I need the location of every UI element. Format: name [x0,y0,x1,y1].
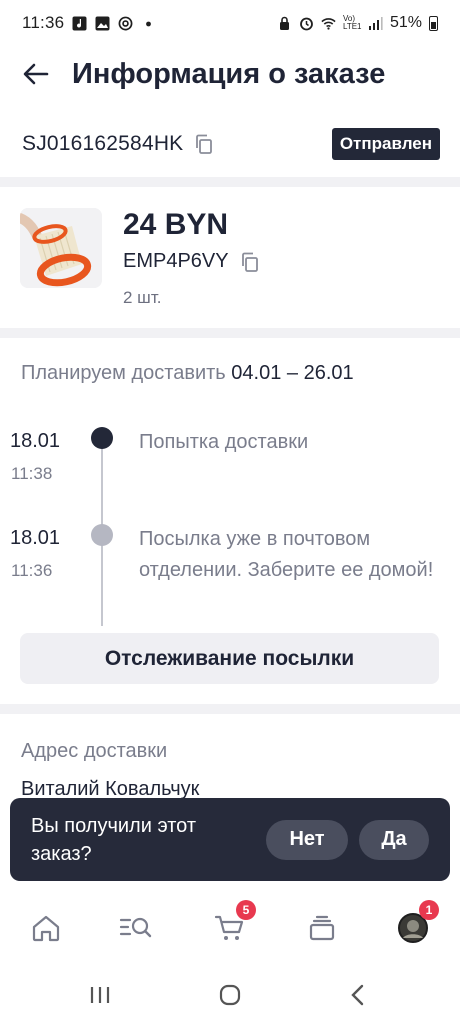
home-circle-icon [219,984,241,1006]
tracking-timeline: 18.01 11:38 Попытка доставки 18.01 11:36… [0,420,460,630]
product-image[interactable] [20,208,102,288]
prompt-question: Вы получили этот заказ? [31,814,196,865]
event-text: Посылка уже в почтовом отделении. Забери… [139,528,434,581]
product-card: 24 BYN EMP4P6VY 2 шт. [0,196,460,326]
no-button[interactable]: Нет [266,819,348,860]
nav-cart[interactable]: 5 [210,900,256,948]
recent-apps-button[interactable] [80,980,120,1010]
alarm-lock-icon [279,16,289,30]
yes-button[interactable]: Да [359,819,429,860]
event-time: 11:38 [11,464,53,483]
gallery-icon [95,16,110,30]
alarm-icon [300,17,313,30]
notification-dot-icon [146,21,152,26]
catalog-search-icon [119,917,152,938]
product-price: 24 BYN [123,208,229,241]
address-label: Адрес доставки [21,740,168,762]
recent-apps-icon [90,987,110,1003]
track-parcel-button[interactable]: Отслеживание посылки [20,633,439,684]
delivery-plan: Планируем доставить 04.01 – 26.01 [21,362,354,385]
profile-badge: 1 [419,900,439,920]
home-icon [32,915,60,942]
bottom-navigation: 5 1 [0,896,460,960]
nav-home[interactable] [26,908,66,948]
status-left: 11:36 [22,13,156,33]
page-title: Информация о заказе [72,57,386,90]
event-text: Попытка доставки [139,431,309,453]
battery-icon [429,15,438,31]
system-navigation [0,966,460,1024]
system-back-button[interactable] [338,980,378,1010]
home-system-button[interactable] [210,980,250,1010]
at-sign-icon [118,16,133,30]
timeline-dot [91,524,113,546]
event-date: 18.01 [10,430,61,452]
delivery-plan-label: Планируем доставить [21,362,226,384]
event-date: 18.01 [10,527,61,549]
order-status-badge: Отправлен [331,128,440,160]
cart-badge: 5 [236,900,256,920]
section-divider [0,328,460,338]
wifi-icon [321,17,336,30]
status-time: 11:36 [22,13,65,32]
network-label: Vo) LTE1 [342,14,362,31]
nav-profile[interactable]: 1 [393,900,439,948]
product-quantity: 2 шт. [123,288,162,307]
nav-orders[interactable] [302,908,342,948]
header: Информация о заказе [0,46,460,102]
battery-percent: 51% [389,14,422,31]
section-divider [0,704,460,714]
status-bar: 11:36 Vo) LTE1 51% [0,0,460,46]
product-sku: EMP4P6VY [123,250,229,272]
air-filter-image [20,208,102,288]
copy-sku-button[interactable] [239,251,261,273]
copy-order-id-button[interactable] [193,133,215,155]
product-sku-row: EMP4P6VY [123,250,261,273]
section-divider [0,177,460,187]
music-app-icon [72,16,87,30]
delivery-plan-dates: 04.01 – 26.01 [231,362,354,384]
copy-icon [196,134,213,154]
order-id: SJ016162584HK [22,132,184,155]
orders-stack-icon [309,915,335,941]
event-time: 11:36 [11,561,53,580]
copy-icon [241,252,258,272]
timeline-dot-active [91,427,113,449]
back-button[interactable] [10,48,62,100]
signal-icon [368,16,383,30]
arrow-left-icon [23,63,49,85]
nav-catalog-search[interactable] [116,908,156,948]
prompt-buttons: Нет Да [266,819,429,860]
order-received-prompt: Вы получили этот заказ? Нет Да [10,798,450,881]
chevron-left-icon [351,984,364,1006]
order-id-row: SJ016162584HK Отправлен [0,122,460,166]
status-right: Vo) LTE1 51% [277,14,438,32]
